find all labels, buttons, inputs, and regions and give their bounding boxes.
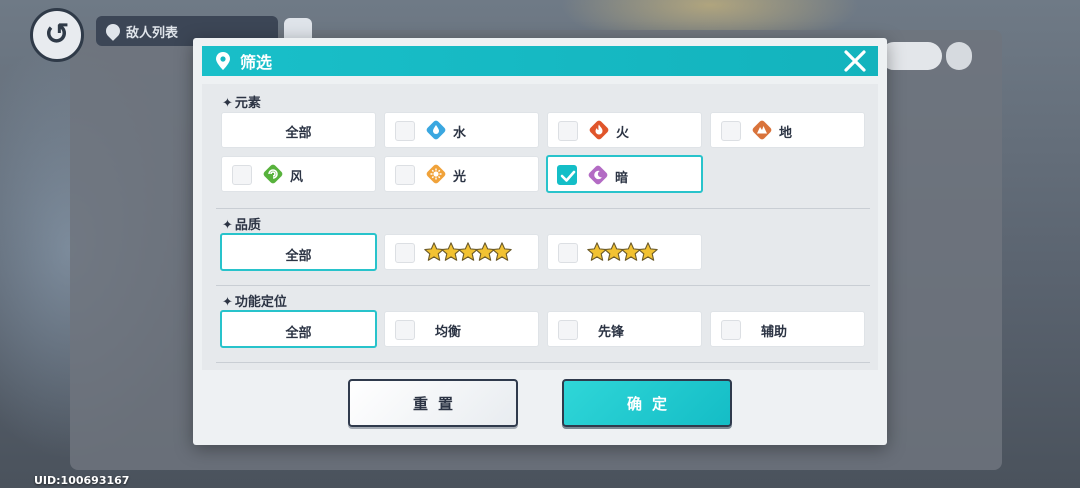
element-option-all[interactable]: 全部	[221, 112, 376, 148]
role-option-balance[interactable]: 均衡	[384, 311, 539, 347]
checkbox[interactable]	[721, 320, 741, 340]
back-arrow-icon: ↺	[44, 17, 70, 52]
checkbox[interactable]	[395, 121, 415, 141]
checkbox[interactable]	[395, 320, 415, 340]
uid-label: UID:100693167	[34, 474, 130, 487]
checkbox[interactable]	[558, 121, 578, 141]
section-label-role: ✦ 功能定位	[222, 295, 287, 310]
close-x-icon	[844, 50, 866, 72]
dark-element-icon	[587, 164, 609, 186]
element-option-fire[interactable]: 火	[547, 112, 702, 148]
checkbox-checked[interactable]	[557, 165, 577, 185]
checkbox[interactable]	[395, 165, 415, 185]
confirm-button[interactable]: 确定	[562, 379, 732, 427]
star-icon	[492, 242, 512, 261]
checkbox[interactable]	[721, 121, 741, 141]
dialog-title: 筛选	[240, 53, 273, 72]
light-element-icon	[425, 163, 447, 185]
section-label-quality: ✦ 品质	[222, 218, 261, 233]
quality-option-all[interactable]: 全部	[220, 233, 377, 271]
small-toggle-button[interactable]	[946, 42, 972, 70]
role-option-vanguard[interactable]: 先锋	[547, 311, 702, 347]
location-pin-icon	[103, 21, 123, 41]
diamond-bullet-icon: ✦	[222, 295, 233, 310]
element-option-earth[interactable]: 地	[710, 112, 865, 148]
checkbox[interactable]	[558, 320, 578, 340]
star-icon	[638, 242, 658, 261]
star-rating	[586, 241, 658, 263]
earth-element-icon	[751, 119, 773, 141]
diamond-bullet-icon: ✦	[222, 218, 233, 233]
role-option-support[interactable]: 辅助	[710, 311, 865, 347]
location-pin-icon	[216, 52, 230, 70]
filter-content: ✦ 元素 全部 水 火 地 风 光 暗 ✦ 品质 全部 ✦ 功能定位 全部 均衡…	[202, 84, 878, 370]
back-button[interactable]: ↺	[30, 8, 84, 62]
checkbox[interactable]	[232, 165, 252, 185]
dialog-header: 筛选	[202, 46, 878, 76]
element-option-light[interactable]: 光	[384, 156, 539, 192]
background-title: 敌人列表	[126, 25, 179, 41]
role-option-all[interactable]: 全部	[220, 310, 377, 348]
reset-button[interactable]: 重置	[348, 379, 518, 427]
section-label-element: ✦ 元素	[222, 96, 261, 111]
water-element-icon	[425, 119, 447, 141]
section-divider	[216, 285, 870, 286]
checkmark-icon	[560, 170, 576, 182]
section-divider	[216, 208, 870, 209]
diamond-bullet-icon: ✦	[222, 96, 233, 111]
star-rating	[423, 241, 512, 263]
filter-dialog: 筛选 ✦ 元素 全部 水 火 地 风 光 暗 ✦ 品质 全部 ✦ 功能定位 全部…	[193, 38, 887, 445]
sort-button[interactable]	[880, 42, 942, 70]
close-button[interactable]	[842, 48, 868, 74]
checkbox[interactable]	[395, 243, 415, 263]
fire-element-icon	[588, 119, 610, 141]
quality-option-four-star[interactable]	[547, 234, 702, 270]
quality-option-five-star[interactable]	[384, 234, 539, 270]
section-divider	[216, 362, 870, 363]
wind-element-icon	[262, 163, 284, 185]
element-option-water[interactable]: 水	[384, 112, 539, 148]
element-option-dark[interactable]: 暗	[546, 155, 703, 193]
element-option-wind[interactable]: 风	[221, 156, 376, 192]
checkbox[interactable]	[558, 243, 578, 263]
